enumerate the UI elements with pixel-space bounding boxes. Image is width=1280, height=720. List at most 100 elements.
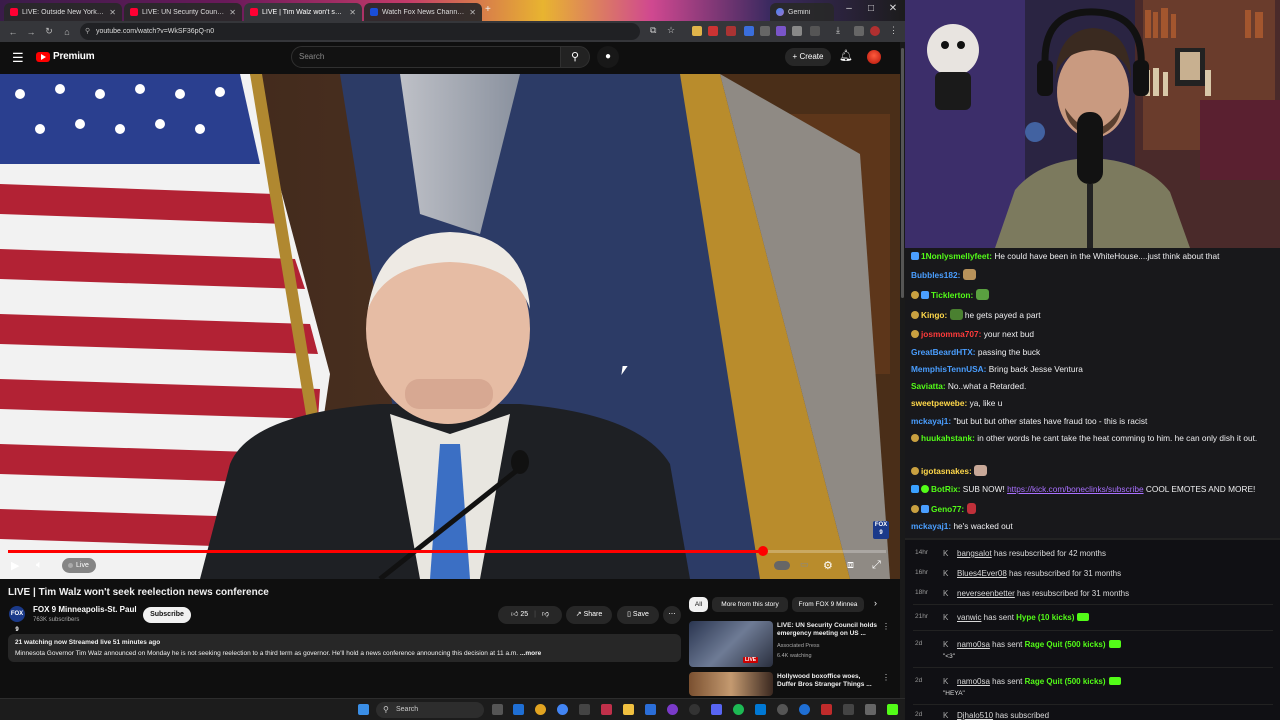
- app-icon[interactable]: [755, 704, 766, 715]
- event-user[interactable]: Blues4Ever08: [957, 569, 1007, 578]
- chat-username[interactable]: igotasnakes:: [921, 466, 972, 476]
- tab-1[interactable]: LIVE: Outside New York co ✕: [4, 3, 122, 21]
- channel-name[interactable]: FOX 9 Minneapolis-St. Paul: [33, 605, 137, 614]
- download-icon[interactable]: ⤓: [836, 25, 840, 36]
- chat-username[interactable]: Bubbles182:: [911, 270, 960, 280]
- event-user[interactable]: vanwic: [957, 613, 981, 622]
- new-tab-button[interactable]: +: [485, 4, 491, 15]
- close-tab-icon[interactable]: ✕: [349, 8, 356, 17]
- save-button[interactable]: ▯ Save: [617, 606, 659, 624]
- tab-3-active[interactable]: LIVE | Tim Walz won't seek ✕: [244, 3, 362, 21]
- chat-username[interactable]: BotRix:: [931, 484, 961, 494]
- chip-all[interactable]: All: [689, 597, 708, 612]
- like-button[interactable]: 👍︎ 25: [511, 611, 528, 618]
- dislike-icon[interactable]: 👎︎: [542, 611, 549, 618]
- chat-username[interactable]: mckayaj1:: [911, 521, 951, 531]
- related-menu-icon[interactable]: ⋮: [882, 622, 890, 631]
- chat-username[interactable]: Kingo:: [921, 310, 947, 320]
- related-thumbnail[interactable]: LIVE: [689, 621, 773, 667]
- app-icon[interactable]: [799, 704, 810, 715]
- chrome-icon[interactable]: [535, 704, 546, 715]
- subtitles-icon[interactable]: ▭: [800, 559, 809, 570]
- chat-username[interactable]: Ticklerton:: [931, 290, 973, 300]
- forward-icon[interactable]: →: [22, 27, 40, 37]
- chrome-icon[interactable]: [557, 704, 568, 715]
- close-window-icon[interactable]: ✕: [882, 3, 904, 14]
- search-input[interactable]: Search: [291, 46, 561, 68]
- extension-icon[interactable]: [760, 26, 770, 36]
- play-icon[interactable]: ▶: [11, 559, 19, 572]
- tab-2[interactable]: LIVE: UN Security Council hold ✕: [124, 3, 242, 21]
- app-icon[interactable]: [777, 704, 788, 715]
- minimize-icon[interactable]: –: [838, 3, 860, 14]
- close-tab-icon[interactable]: ✕: [229, 8, 236, 17]
- windows-start-icon[interactable]: [358, 704, 369, 715]
- progress-bar[interactable]: [8, 546, 886, 556]
- taskbar-search[interactable]: ⚲ Search: [376, 702, 484, 718]
- channel-avatar[interactable]: FOX 9: [9, 606, 25, 633]
- extension-icon[interactable]: [854, 26, 864, 36]
- tab-4[interactable]: Watch Fox News Channel O ✕: [364, 3, 482, 21]
- fullscreen-icon[interactable]: ⤢: [872, 559, 881, 572]
- youtube-logo[interactable]: Premium: [36, 51, 95, 62]
- extension-icon[interactable]: [708, 26, 718, 36]
- task-view-icon[interactable]: [492, 704, 503, 715]
- kick-icon[interactable]: [887, 704, 898, 715]
- scrollbar-thumb[interactable]: [901, 48, 904, 298]
- video-player[interactable]: FOX 9: [0, 74, 900, 579]
- chat-username[interactable]: sweetpewebe:: [911, 398, 967, 408]
- create-button[interactable]: + Create: [785, 48, 831, 66]
- app-icon[interactable]: [843, 704, 854, 715]
- profile-icon[interactable]: [870, 26, 880, 36]
- app-icon[interactable]: [645, 704, 656, 715]
- discord-icon[interactable]: [711, 704, 722, 715]
- related-title[interactable]: Hollywood boxoffice woes, Duffer Bros St…: [777, 673, 879, 689]
- voice-search-button[interactable]: ●: [597, 46, 619, 68]
- chat-username[interactable]: Geno77:: [931, 504, 964, 514]
- extension-icon[interactable]: [726, 26, 736, 36]
- tab-5[interactable]: Gemini: [770, 3, 834, 21]
- browser-menu-icon[interactable]: ⋮: [889, 25, 898, 36]
- miniplayer-icon[interactable]: ⧈: [847, 559, 854, 572]
- volume-icon[interactable]: 🔈︎: [36, 559, 43, 572]
- app-icon[interactable]: [821, 704, 832, 715]
- autoplay-toggle[interactable]: [774, 561, 790, 570]
- chevron-right-icon[interactable]: ›: [874, 598, 877, 608]
- app-icon[interactable]: [865, 704, 876, 715]
- event-user[interactable]: neverseenbetter: [957, 589, 1015, 598]
- description-more-link[interactable]: ...more: [520, 650, 541, 657]
- chat-link[interactable]: https://kick.com/boneclinks/subscribe: [1007, 484, 1144, 494]
- app-icon[interactable]: [601, 704, 612, 715]
- chat-username[interactable]: GreatBeardHTX:: [911, 347, 976, 357]
- live-indicator[interactable]: Live: [62, 558, 96, 573]
- settings-gear-icon[interactable]: ⚙: [823, 559, 833, 572]
- event-user[interactable]: namo0sa: [957, 640, 990, 649]
- site-info-icon[interactable]: ⚲: [85, 23, 90, 40]
- bookmark-star-icon[interactable]: ☆: [667, 25, 675, 36]
- sidebar-icon[interactable]: [810, 26, 820, 36]
- event-user[interactable]: Djhalo510: [957, 711, 993, 720]
- related-thumbnail[interactable]: [689, 672, 773, 696]
- chat-username[interactable]: 1Nonlysmellyfeet:: [921, 251, 992, 261]
- related-title[interactable]: LIVE: UN Security Council holds emergenc…: [777, 622, 879, 638]
- event-user[interactable]: namo0sa: [957, 677, 990, 686]
- chat-username[interactable]: mckayaj1:: [911, 416, 951, 426]
- obs-icon[interactable]: [689, 704, 700, 715]
- app-icon[interactable]: [579, 704, 590, 715]
- description-box[interactable]: 21 watching now Streamed live 51 minutes…: [8, 634, 681, 662]
- chat-username[interactable]: MemphisTennUSA:: [911, 364, 986, 374]
- maximize-icon[interactable]: □: [860, 3, 882, 14]
- extension-icon[interactable]: [776, 26, 786, 36]
- share-button[interactable]: ↗ Share: [566, 606, 612, 624]
- close-tab-icon[interactable]: ✕: [469, 8, 476, 17]
- chip-more-from-story[interactable]: More from this story: [712, 597, 788, 612]
- related-menu-icon[interactable]: ⋮: [882, 673, 890, 682]
- reload-icon[interactable]: ↻: [40, 26, 58, 37]
- extensions-puzzle-icon[interactable]: [792, 26, 802, 36]
- url-field[interactable]: ⚲ youtube.com/watch?v=WkSF36pQ-n0: [80, 23, 640, 40]
- app-icon[interactable]: [667, 704, 678, 715]
- extension-icon[interactable]: [692, 26, 702, 36]
- chat-username[interactable]: Saviatta:: [911, 381, 946, 391]
- folder-icon[interactable]: [623, 704, 634, 715]
- close-tab-icon[interactable]: ✕: [109, 8, 116, 17]
